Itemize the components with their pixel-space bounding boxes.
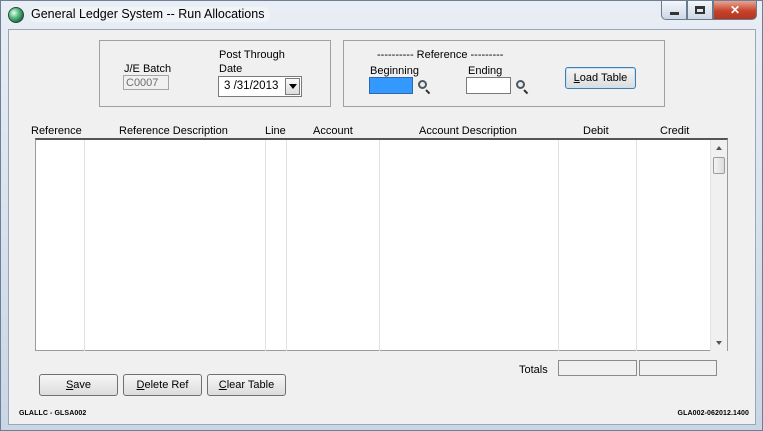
minimize-icon <box>669 11 679 15</box>
caption-buttons: ✕ <box>661 1 757 21</box>
window-title: General Ledger System -- Run Allocations <box>30 7 271 22</box>
app-globe-icon[interactable] <box>8 7 24 23</box>
grid-vertical-scrollbar[interactable] <box>710 140 727 351</box>
grid-column-divider <box>265 140 266 351</box>
close-button[interactable]: ✕ <box>713 1 757 20</box>
chevron-down-icon <box>288 84 297 89</box>
col-header-credit[interactable]: Credit <box>660 125 689 137</box>
post-through-date-value: 3 /31/2013 <box>224 80 279 92</box>
beginning-label: Beginning <box>370 65 419 77</box>
allocation-grid[interactable] <box>35 138 728 351</box>
close-icon: ✕ <box>729 3 741 17</box>
save-button[interactable]: Save <box>39 374 118 396</box>
grid-column-divider <box>558 140 559 351</box>
total-debit-field <box>558 360 637 376</box>
magnifier-icon[interactable] <box>418 80 432 95</box>
post-through-label: Post Through <box>219 49 285 61</box>
batch-group: J/E Batch C0007 Post Through Date 3 /31/… <box>99 40 331 107</box>
load-table-label: oad Table <box>579 72 628 84</box>
clear-table-label: lear Table <box>226 379 275 391</box>
beginning-reference-field[interactable] <box>369 77 413 94</box>
col-header-reference-description[interactable]: Reference Description <box>119 125 228 137</box>
grid-column-divider <box>286 140 287 351</box>
post-through-label-date: Date <box>219 63 243 75</box>
batch-label: J/E Batch <box>124 63 172 75</box>
client-area: J/E Batch C0007 Post Through Date 3 /31/… <box>8 29 756 425</box>
batch-field[interactable]: C0007 <box>123 75 169 90</box>
col-header-account-description[interactable]: Account Description <box>419 125 517 137</box>
totals-label: Totals <box>519 364 548 376</box>
screen-code-right: GLA002-062012.1400 <box>677 410 749 417</box>
reference-group: ---------- Reference --------- Beginning… <box>343 40 665 107</box>
load-table-button[interactable]: Load Table <box>565 67 636 89</box>
clear-table-button[interactable]: Clear Table <box>207 374 286 396</box>
date-dropdown-button[interactable] <box>285 78 300 95</box>
grid-column-divider <box>379 140 380 351</box>
scroll-up-icon[interactable] <box>716 146 722 150</box>
reference-group-title: ---------- Reference --------- <box>377 49 504 61</box>
ending-label: Ending <box>468 65 503 77</box>
save-label: ave <box>73 379 92 391</box>
magnifier-icon[interactable] <box>516 80 530 95</box>
maximize-button[interactable] <box>687 1 713 20</box>
col-header-account[interactable]: Account <box>313 125 353 137</box>
scroll-thumb[interactable] <box>713 157 725 174</box>
delete-ref-button[interactable]: Delete Ref <box>123 374 202 396</box>
col-header-line[interactable]: Line <box>265 125 286 137</box>
grid-column-divider <box>636 140 637 351</box>
application-window: General Ledger System -- Run Allocations… <box>0 0 763 431</box>
clear-table-hotkey: C <box>218 379 227 391</box>
total-credit-field <box>639 360 717 376</box>
maximize-icon <box>695 6 705 14</box>
col-header-reference[interactable]: Reference <box>31 125 82 137</box>
ending-reference-field[interactable] <box>466 77 511 94</box>
minimize-button[interactable] <box>661 1 687 20</box>
post-through-date-picker[interactable]: 3 /31/2013 <box>218 76 302 97</box>
title-bar[interactable]: General Ledger System -- Run Allocations… <box>1 1 762 29</box>
grid-column-divider <box>84 140 85 351</box>
scroll-down-icon[interactable] <box>716 341 722 345</box>
delete-ref-label: elete Ref <box>144 379 189 391</box>
col-header-debit[interactable]: Debit <box>583 125 609 137</box>
screen-code-left: GLALLC - GLSA002 <box>19 410 87 417</box>
